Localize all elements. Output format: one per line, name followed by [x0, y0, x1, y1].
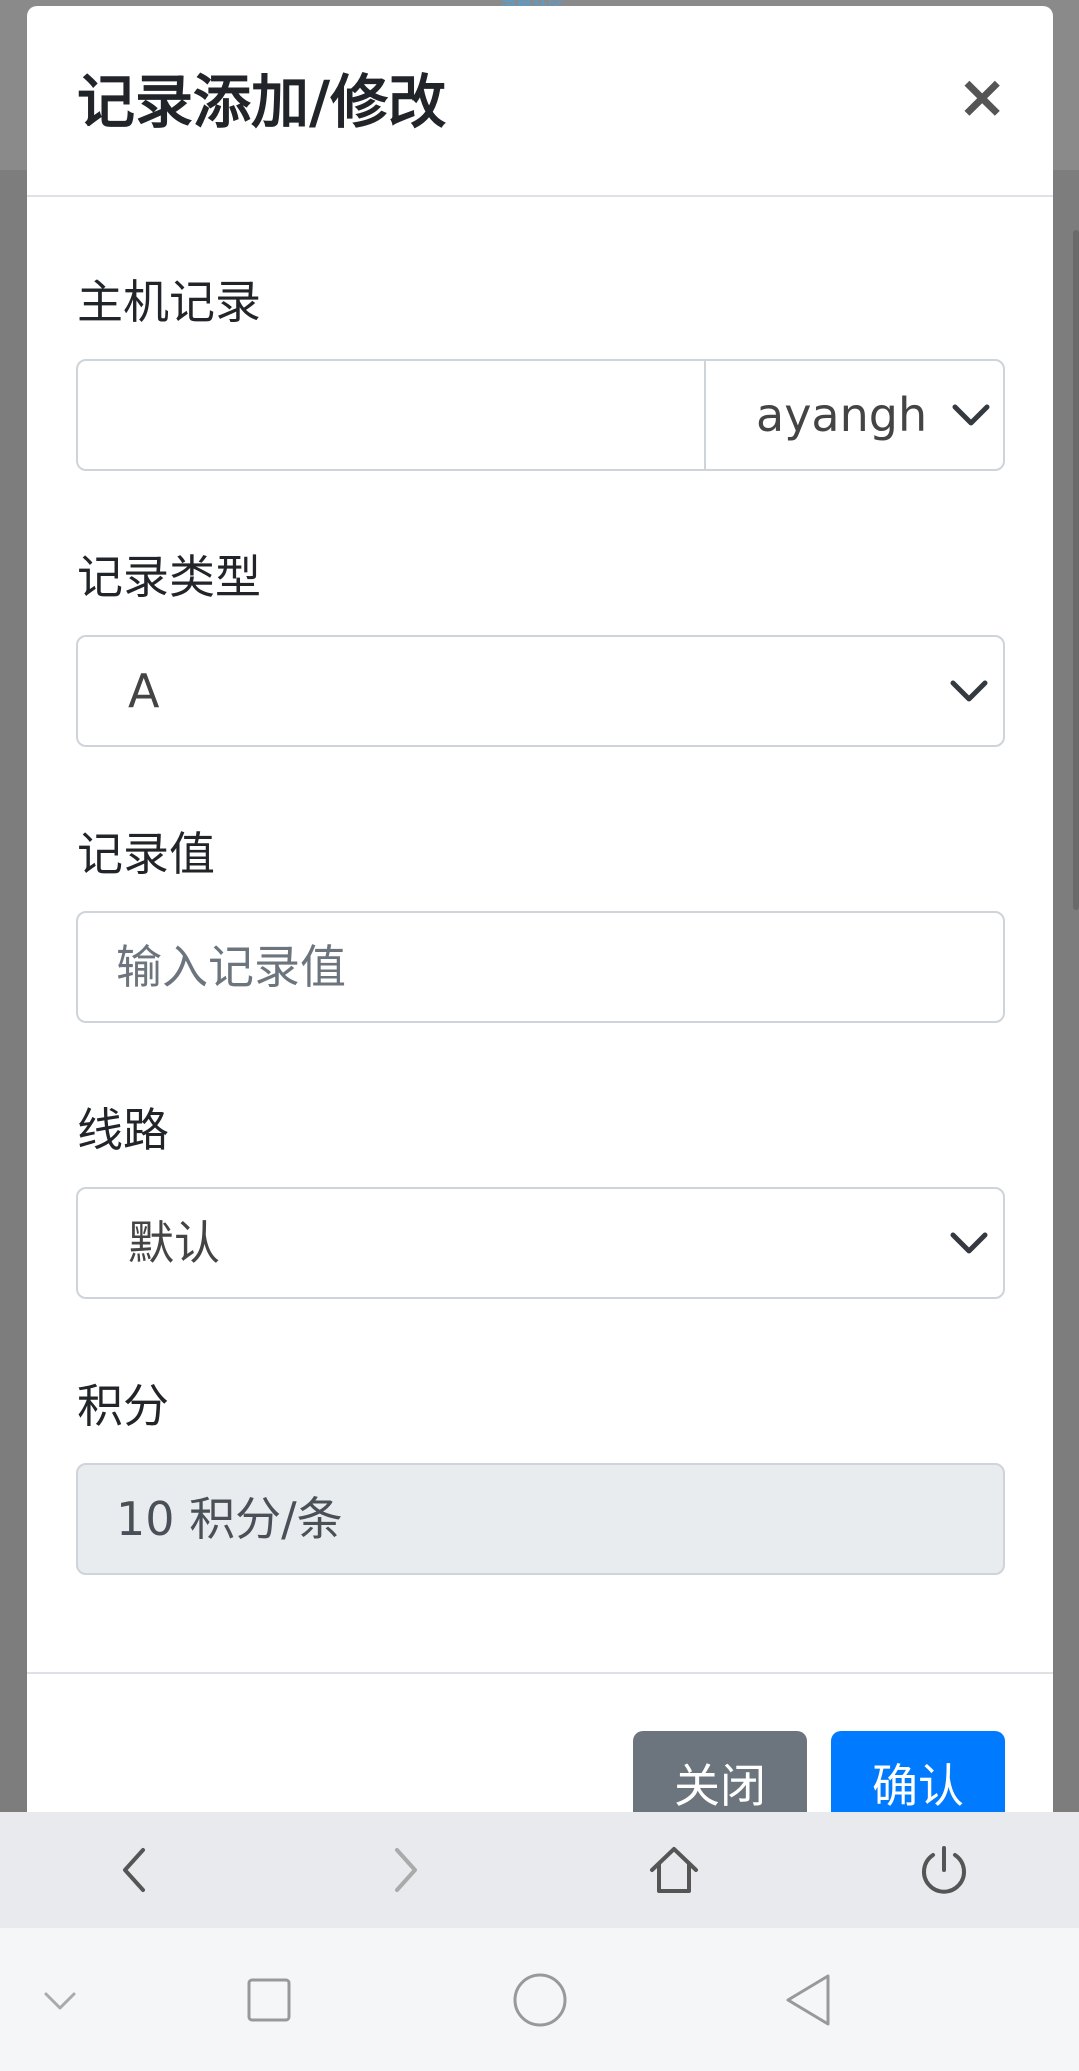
- points-label: 积分: [77, 1379, 169, 1433]
- value-label: 记录值: [77, 827, 215, 881]
- chevron-down-icon: [951, 395, 991, 435]
- domain-select[interactable]: ayangh: [708, 361, 1005, 469]
- recent-apps-icon[interactable]: [237, 1968, 301, 2032]
- power-icon[interactable]: [914, 1840, 974, 1900]
- line-select-value: 默认: [128, 1216, 220, 1270]
- chevron-down-icon: [949, 671, 989, 711]
- type-select[interactable]: A: [76, 635, 1005, 747]
- type-label: 记录类型: [77, 550, 261, 604]
- points-readonly-field: 10 积分/条: [76, 1463, 1005, 1575]
- host-label: 主机记录: [77, 275, 261, 329]
- host-input[interactable]: [78, 361, 706, 469]
- forward-icon[interactable]: [375, 1840, 435, 1900]
- host-input-group: ayangh: [76, 359, 1005, 471]
- chevron-down-icon[interactable]: [28, 1968, 92, 2032]
- value-input[interactable]: 输入记录值: [76, 911, 1005, 1023]
- type-select-value: A: [128, 664, 160, 718]
- modal-title: 记录添加/修改: [77, 68, 447, 136]
- home-circle-icon[interactable]: [508, 1968, 572, 2032]
- system-nav-bar: [0, 1928, 1079, 2071]
- close-icon[interactable]: ×: [957, 62, 1007, 132]
- home-icon[interactable]: [644, 1840, 704, 1900]
- back-icon[interactable]: [105, 1840, 165, 1900]
- line-label: 线路: [77, 1103, 169, 1157]
- chevron-down-icon: [949, 1223, 989, 1263]
- backdrop-scrollbar: [1073, 230, 1079, 910]
- back-triangle-icon[interactable]: [778, 1968, 842, 2032]
- domain-select-value: ayangh: [756, 388, 928, 442]
- points-value: 10 积分/条: [116, 1492, 343, 1546]
- value-placeholder: 输入记录值: [116, 940, 346, 994]
- modal-header: 记录添加/修改 ×: [27, 6, 1053, 197]
- browser-toolbar: [0, 1812, 1079, 1928]
- record-modal: 记录添加/修改 × 主机记录 ayangh 记录类型 A 记录值 输入记录值 线…: [27, 6, 1053, 1836]
- line-select[interactable]: 默认: [76, 1187, 1005, 1299]
